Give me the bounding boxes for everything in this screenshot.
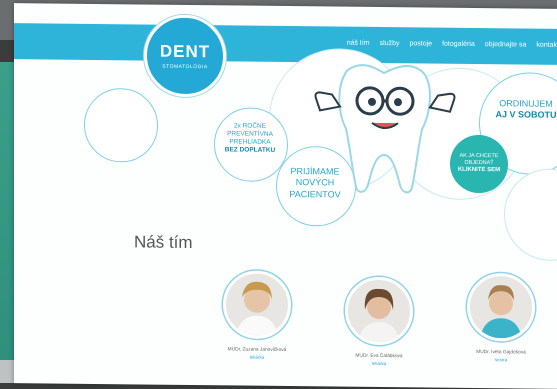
saturday-text: ORDINUJEM AJ V SOBOTU	[486, 98, 557, 121]
logo-subtitle: STOMATOLÓGIA	[162, 64, 207, 70]
new-patients-text: PRIJÍMAME NOVÝCH PACIENTOV	[279, 166, 351, 201]
deco-circle	[504, 168, 557, 261]
checkup-text: 2x ROČNE PREVENTÍVNA PREHLIADKA BEZ DOPL…	[217, 122, 283, 155]
cta-line-3: KLIKNITE SEM	[450, 167, 508, 175]
saturday-line-2: AJ V SOBOTU	[486, 109, 557, 121]
new-patients-line-3: PACIENTOV	[279, 188, 351, 200]
member-role: lekárka	[214, 354, 300, 360]
avatar	[345, 277, 413, 346]
member-name: MUDr. Eva Čalábková	[336, 354, 422, 360]
new-patients-line-1: PRIJÍMAME	[279, 166, 351, 178]
member-name: MUDr. Zuzana Janovičková	[214, 347, 300, 353]
avatar	[467, 273, 535, 342]
member-name: MUDr. Iveta Gajdošová	[458, 350, 544, 356]
team-title: Náš tím	[134, 232, 193, 253]
nav-item-booking[interactable]: objednajte sa	[485, 41, 527, 48]
website-printout: náš tím služby postoje fotogaléria objed…	[14, 3, 557, 389]
member-role: sestra	[458, 357, 544, 363]
saturday-highlight: AJ V SOBOTU	[495, 109, 556, 120]
logo[interactable]: DENT STOMATOLÓGIA	[144, 15, 226, 98]
nav-item-team[interactable]: náš tím	[347, 40, 370, 47]
deco-circle	[84, 88, 158, 163]
nav-item-postoje[interactable]: postoje	[409, 40, 432, 47]
member-role: lekárka	[336, 361, 422, 367]
checkup-line-4: BEZ DOPLATKU	[217, 147, 283, 156]
nav-item-contact[interactable]: kontakt	[536, 42, 557, 49]
avatar	[223, 270, 291, 339]
saturday-line-1: ORDINUJEM	[486, 98, 557, 110]
booking-cta-button[interactable]: AK JA CHCETE OBJEDNAŤ KLIKNITE SEM	[450, 135, 508, 194]
new-patients-line-2: NOVÝCH	[279, 177, 351, 189]
team-member[interactable]: MUDr. Eva Čalábková lekárka	[336, 277, 422, 367]
logo-title: DENT	[160, 42, 210, 63]
nav-item-gallery[interactable]: fotogaléria	[442, 41, 475, 48]
checkup-highlight: BEZ DOPLATKU	[225, 147, 275, 155]
team-member[interactable]: MUDr. Iveta Gajdošová sestra	[458, 273, 544, 363]
team-member[interactable]: MUDr. Zuzana Janovičková lekárka	[214, 270, 300, 360]
nav-item-services[interactable]: služby	[380, 40, 400, 47]
